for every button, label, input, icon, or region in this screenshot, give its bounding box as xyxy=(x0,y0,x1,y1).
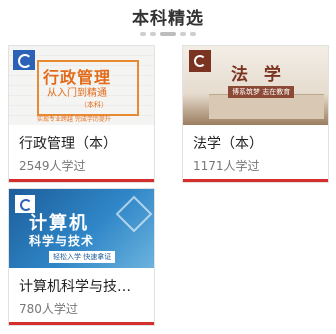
accent-bar xyxy=(9,179,154,182)
course-thumbnail[interactable]: 行政管理 从入门到精通 （本科） 实现专业跨越 完成学历提升 xyxy=(9,46,154,125)
thumb-edition: （本科） xyxy=(80,101,108,109)
learner-count: 1171人学过 xyxy=(193,159,260,173)
course-name[interactable]: 计算机科学与技… xyxy=(19,276,147,296)
course-card-law[interactable]: 法 学 博系筑梦 志在教育 法学（本） 1171人学过 xyxy=(182,45,329,183)
thumb-tagline: 轻松入学 快速拿证 xyxy=(49,251,116,263)
course-thumbnail[interactable]: 计算机 科学与技术 轻松入学 快速拿证 xyxy=(9,189,154,268)
course-thumbnail[interactable]: 法 学 博系筑梦 志在教育 xyxy=(183,46,328,125)
carousel-indicator xyxy=(0,32,336,36)
section-title: 本科精选 xyxy=(132,9,204,29)
thumb-tagline: 实现专业跨越 完成学历提升 xyxy=(37,116,111,123)
accent-bar xyxy=(9,322,154,325)
thumb-title: 法 学 xyxy=(231,65,286,85)
course-name[interactable]: 行政管理（本） xyxy=(19,133,147,153)
thumb-tagline: 博系筑梦 志在教育 xyxy=(228,86,295,98)
thumb-subtitle: 从入门到精通 xyxy=(47,88,107,99)
learner-count: 780人学过 xyxy=(19,302,78,316)
course-card-public-administration[interactable]: 行政管理 从入门到精通 （本科） 实现专业跨越 完成学历提升 行政管理（本） 2… xyxy=(8,45,155,183)
logo-icon xyxy=(189,50,211,72)
indicator-dot xyxy=(150,32,156,36)
indicator-dot xyxy=(140,32,146,36)
course-name[interactable]: 法学（本） xyxy=(193,133,321,153)
indicator-dot xyxy=(180,32,186,36)
thumb-subtitle: 科学与技术 xyxy=(29,234,95,248)
learner-count: 2549人学过 xyxy=(19,159,86,173)
accent-bar xyxy=(183,179,328,182)
indicator-dot-active xyxy=(160,32,176,36)
indicator-dot xyxy=(190,32,196,36)
decorative-cube xyxy=(115,195,153,233)
course-card-computer-science[interactable]: 计算机 科学与技术 轻松入学 快速拿证 计算机科学与技… 780人学过 xyxy=(8,188,155,326)
logo-icon xyxy=(13,50,35,70)
